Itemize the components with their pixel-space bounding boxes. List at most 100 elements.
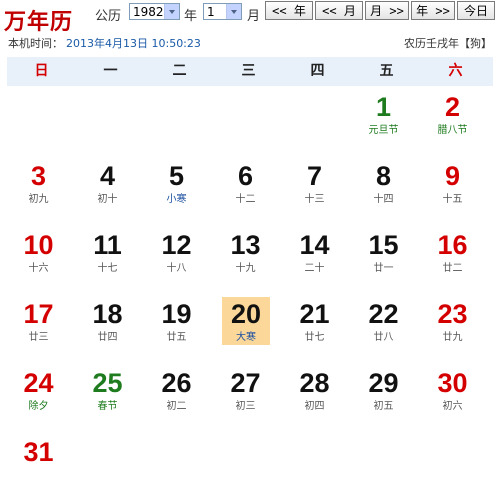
calendar-day[interactable]: 27 初三 xyxy=(211,363,280,432)
lunar-date: 初四 xyxy=(304,401,325,412)
day-number: 16 xyxy=(437,230,468,260)
calendar-day[interactable]: 17 廿三 xyxy=(4,294,73,363)
calendar-day[interactable]: 8 十四 xyxy=(349,156,418,225)
day-number: 30 xyxy=(437,368,468,398)
lunar-date: 廿五 xyxy=(166,332,187,343)
day-number: 4 xyxy=(99,161,116,191)
calendar-day[interactable]: 22 廿八 xyxy=(349,294,418,363)
lunar-date: 春节 xyxy=(97,401,118,412)
lunar-date: 十五 xyxy=(442,194,463,205)
chevron-down-icon[interactable] xyxy=(226,4,241,19)
lunar-date: 十六 xyxy=(28,263,49,274)
calendar-day[interactable]: 9 十五 xyxy=(418,156,487,225)
weekday-thu: 四 xyxy=(310,63,325,79)
calendar-day[interactable]: 10 十六 xyxy=(4,225,73,294)
weekday-wed: 三 xyxy=(241,63,256,79)
lunar-date: 廿七 xyxy=(304,332,325,343)
weekday-sat: 六 xyxy=(448,63,463,79)
day-number: 29 xyxy=(368,368,399,398)
calendar-day[interactable]: 26 初二 xyxy=(142,363,211,432)
lunar-date: 二十 xyxy=(304,263,325,274)
day-number: 21 xyxy=(299,299,330,329)
day-number: 22 xyxy=(368,299,399,329)
weekday-tue: 二 xyxy=(172,63,187,79)
calendar-day[interactable]: 25 春节 xyxy=(73,363,142,432)
calendar-day[interactable]: 29 初五 xyxy=(349,363,418,432)
app-title: 万年历 xyxy=(4,9,74,35)
lunar-date: 初五 xyxy=(373,401,394,412)
calendar-day-today[interactable]: 20 大寒 xyxy=(222,297,270,345)
calendar-day[interactable]: 1 元旦节 xyxy=(349,87,418,156)
lunar-date: 除夕 xyxy=(28,401,49,412)
lunar-date: 初六 xyxy=(442,401,463,412)
calendar-day[interactable]: 13 十九 xyxy=(211,225,280,294)
lunar-date: 十九 xyxy=(235,263,256,274)
lunar-date: 廿一 xyxy=(373,263,394,274)
day-number: 6 xyxy=(237,161,254,191)
lunar-date: 廿四 xyxy=(97,332,118,343)
day-number: 27 xyxy=(230,368,261,398)
lunar-date: 腊八节 xyxy=(437,125,468,136)
lunar-date: 小寒 xyxy=(166,194,187,205)
weekday-header: 日 一 二 三 四 五 六 xyxy=(7,57,493,86)
lunar-date: 十七 xyxy=(97,263,118,274)
calendar-day[interactable]: 11 十七 xyxy=(73,225,142,294)
year-select-value: 1982 xyxy=(133,5,164,19)
lunar-date: 初九 xyxy=(28,194,49,205)
calendar-day[interactable]: 2 腊八节 xyxy=(418,87,487,156)
calendar-day[interactable]: 24 除夕 xyxy=(4,363,73,432)
day-number: 3 xyxy=(30,161,47,191)
day-number: 24 xyxy=(23,368,54,398)
weekday-mon: 一 xyxy=(103,63,118,79)
lunar-date: 初十 xyxy=(97,194,118,205)
lunar-year-label: 农历壬戌年【狗】 xyxy=(404,37,492,50)
lunar-date: 廿三 xyxy=(28,332,49,343)
today-button[interactable]: 今日 xyxy=(457,1,495,20)
day-number: 18 xyxy=(92,299,123,329)
calendar-day[interactable]: 16 廿二 xyxy=(418,225,487,294)
chevron-down-icon[interactable] xyxy=(164,4,179,19)
lunar-date: 廿八 xyxy=(373,332,394,343)
lunar-date: 元旦节 xyxy=(368,125,399,136)
prev-month-button[interactable]: << 月 xyxy=(315,1,363,20)
lunar-date: 初二 xyxy=(166,401,187,412)
calendar-day[interactable]: 6 十二 xyxy=(211,156,280,225)
day-number: 14 xyxy=(299,230,330,260)
calendar-day[interactable]: 15 廿一 xyxy=(349,225,418,294)
lunar-date: 十四 xyxy=(373,194,394,205)
day-number: 8 xyxy=(375,161,392,191)
day-number: 10 xyxy=(23,230,54,260)
calendar-day[interactable]: 31 xyxy=(4,432,73,501)
calendar-day[interactable]: 3 初九 xyxy=(4,156,73,225)
day-number: 26 xyxy=(161,368,192,398)
day-number: 11 xyxy=(93,230,122,260)
weekday-sun: 日 xyxy=(34,63,49,79)
calendar-day[interactable]: 23 廿九 xyxy=(418,294,487,363)
prev-year-button[interactable]: << 年 xyxy=(265,1,313,20)
calendar-day[interactable]: 21 廿七 xyxy=(280,294,349,363)
day-number: 28 xyxy=(299,368,330,398)
day-number: 23 xyxy=(437,299,468,329)
calendar-day[interactable]: 5 小寒 xyxy=(142,156,211,225)
calendar-day[interactable]: 30 初六 xyxy=(418,363,487,432)
lunar-date: 十八 xyxy=(166,263,187,274)
lunar-date: 大寒 xyxy=(236,332,256,343)
day-number: 31 xyxy=(23,437,54,467)
calendar-day[interactable]: 14 二十 xyxy=(280,225,349,294)
day-number: 2 xyxy=(444,92,461,122)
calendar-day[interactable]: 18 廿四 xyxy=(73,294,142,363)
next-year-button[interactable]: 年 >> xyxy=(411,1,455,20)
calendar-day[interactable]: 19 廿五 xyxy=(142,294,211,363)
calendar-day[interactable]: 28 初四 xyxy=(280,363,349,432)
calendar-day[interactable]: 4 初十 xyxy=(73,156,142,225)
month-select-value: 1 xyxy=(207,5,215,19)
weekday-fri: 五 xyxy=(379,63,394,79)
calendar-day[interactable]: 12 十八 xyxy=(142,225,211,294)
year-select[interactable]: 1982 xyxy=(129,3,180,20)
lunar-date: 廿九 xyxy=(442,332,463,343)
next-month-button[interactable]: 月 >> xyxy=(365,1,409,20)
month-select[interactable]: 1 xyxy=(203,3,242,20)
calendar-day[interactable]: 7 十三 xyxy=(280,156,349,225)
year-unit-label: 年 xyxy=(184,9,198,24)
day-number: 12 xyxy=(161,230,192,260)
